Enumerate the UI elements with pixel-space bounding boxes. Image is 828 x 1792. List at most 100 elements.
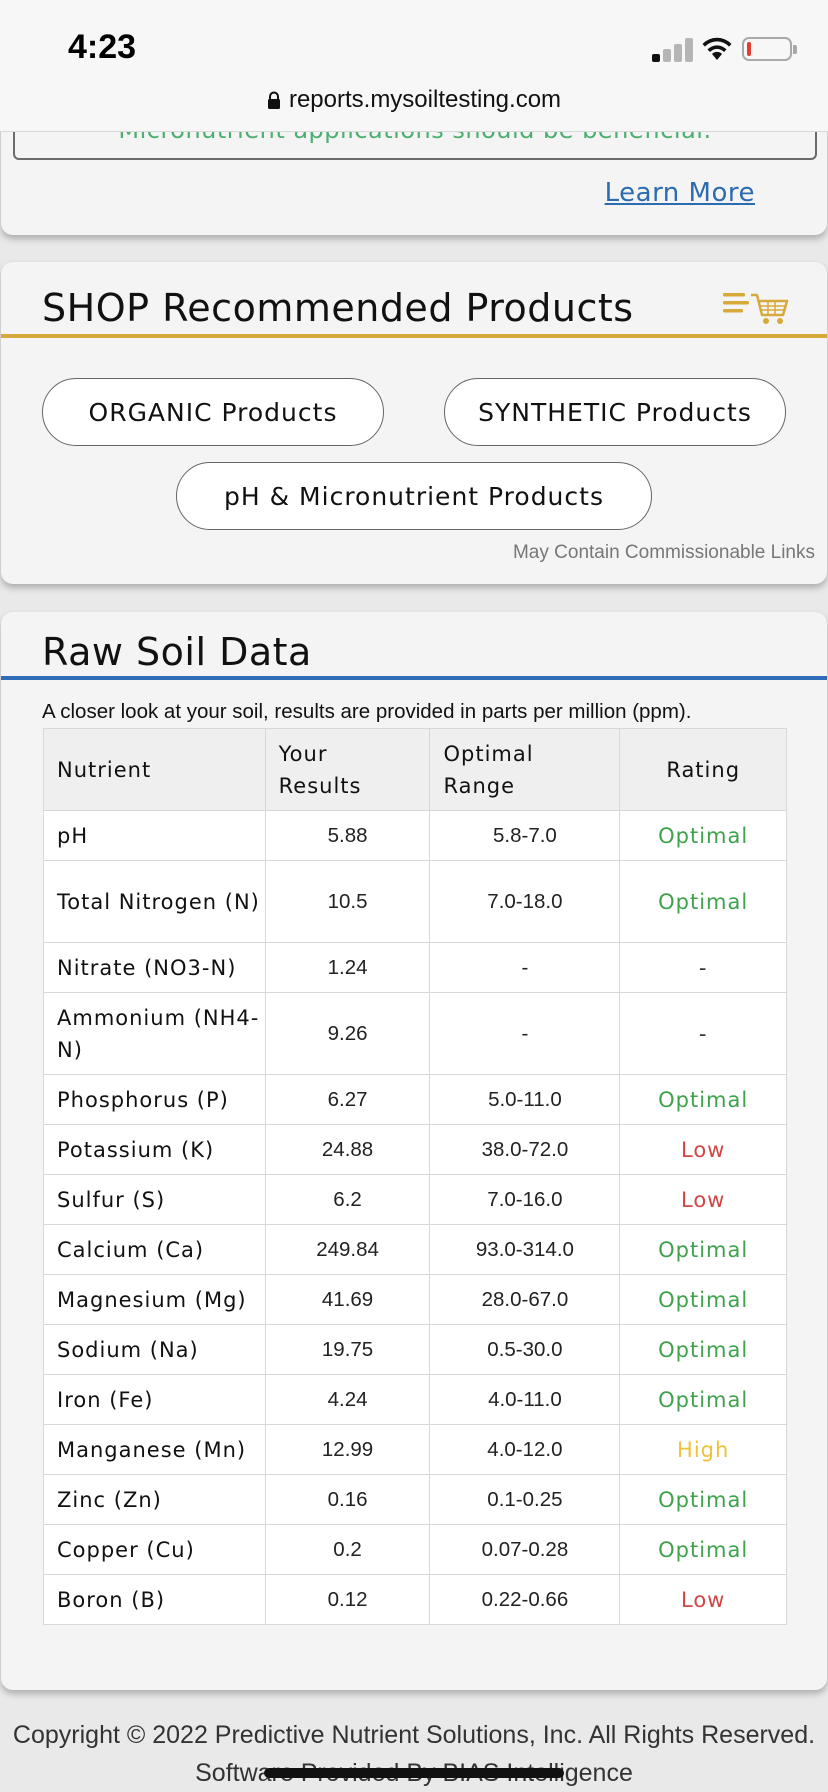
learn-more-link[interactable]: Learn More <box>605 178 755 208</box>
range-cell: 0.1-0.25 <box>429 1474 621 1525</box>
table-row: Copper (Cu) 0.2 0.07-0.28 Optimal <box>43 1524 787 1575</box>
signal-icon <box>652 36 693 62</box>
nutrient-cell: Sulfur (S) <box>43 1174 266 1225</box>
range-cell: 4.0-12.0 <box>429 1424 621 1475</box>
result-cell: 0.12 <box>264 1574 431 1625</box>
range-cell: 5.0-11.0 <box>429 1074 621 1125</box>
result-cell: 4.24 <box>264 1374 431 1425</box>
result-cell: 41.69 <box>264 1274 431 1325</box>
url-text: reports.mysoiltesting.com <box>288 86 562 113</box>
copyright-text: Copyright © 2022 Predictive Nutrient Sol… <box>12 1721 816 1749</box>
rating-cell: - <box>619 992 787 1075</box>
header-optimal-range: Optimal Range <box>429 728 621 811</box>
nutrient-cell: Boron (B) <box>43 1574 266 1625</box>
commission-disclaimer: May Contain Commissionable Links <box>512 542 815 563</box>
battery-icon <box>742 37 797 61</box>
nutrient-cell: Calcium (Ca) <box>43 1224 266 1275</box>
result-cell: 10.5 <box>264 860 431 943</box>
nutrient-cell: Manganese (Mn) <box>43 1424 266 1475</box>
nutrient-cell: Magnesium (Mg) <box>43 1274 266 1325</box>
table-row: Total Nitrogen (N) 10.5 7.0-18.0 Optimal <box>43 860 787 943</box>
rating-cell: - <box>619 942 787 993</box>
table-row: Phosphorus (P) 6.27 5.0-11.0 Optimal <box>43 1074 787 1125</box>
nutrient-cell: Potassium (K) <box>43 1124 266 1175</box>
table-header-row: Nutrient Your Results Optimal Range Rati… <box>43 728 787 811</box>
lock-icon <box>267 91 280 109</box>
result-cell: 5.88 <box>264 810 431 861</box>
table-row: Manganese (Mn) 12.99 4.0-12.0 High <box>43 1424 787 1475</box>
range-cell: 5.8-7.0 <box>429 810 621 861</box>
rating-cell: Optimal <box>619 810 787 861</box>
table-row: Magnesium (Mg) 41.69 28.0-67.0 Optimal <box>43 1274 787 1325</box>
nutrient-cell: Iron (Fe) <box>43 1374 266 1425</box>
raw-intro-text: A closer look at your soil, results are … <box>42 700 692 723</box>
rating-cell: Optimal <box>619 1274 787 1325</box>
result-cell: 12.99 <box>264 1424 431 1475</box>
result-cell: 0.16 <box>264 1474 431 1525</box>
range-cell: 0.5-30.0 <box>429 1324 621 1375</box>
rating-cell: Low <box>619 1174 787 1225</box>
result-cell: 24.88 <box>264 1124 431 1175</box>
organic-products-button[interactable]: ORGANIC Products <box>42 378 384 446</box>
table-row: pH 5.88 5.8-7.0 Optimal <box>43 810 787 861</box>
nutrient-cell: Copper (Cu) <box>43 1524 266 1575</box>
page-footer: Copyright © 2022 Predictive Nutrient Sol… <box>0 1716 828 1792</box>
cart-icon[interactable] <box>723 290 789 326</box>
range-cell: 7.0-18.0 <box>429 860 621 943</box>
raw-soil-data-card: Raw Soil Data A closer look at your soil… <box>1 612 827 1690</box>
table-row: Potassium (K) 24.88 38.0-72.0 Low <box>43 1124 787 1175</box>
wifi-icon <box>702 37 732 60</box>
notice-box: Micronutrient applications should be ben… <box>13 128 817 160</box>
nutrient-cell: Total Nitrogen (N) <box>43 860 266 943</box>
header-your-results: Your Results <box>264 728 431 811</box>
raw-divider <box>1 676 827 680</box>
result-cell: 19.75 <box>264 1324 431 1375</box>
range-cell: 4.0-11.0 <box>429 1374 621 1425</box>
result-cell: 1.24 <box>264 942 431 993</box>
rating-cell: Optimal <box>619 1474 787 1525</box>
table-row: Calcium (Ca) 249.84 93.0-314.0 Optimal <box>43 1224 787 1275</box>
address-bar[interactable]: reports.mysoiltesting.com <box>0 86 828 114</box>
range-cell: - <box>429 942 621 993</box>
nutrient-cell: pH <box>43 810 266 861</box>
nutrient-cell: Phosphorus (P) <box>43 1074 266 1125</box>
range-cell: 0.07-0.28 <box>429 1524 621 1575</box>
result-cell: 9.26 <box>264 992 431 1075</box>
rating-cell: Optimal <box>619 1524 787 1575</box>
raw-soil-data-title: Raw Soil Data <box>42 630 312 674</box>
rating-cell: Optimal <box>619 1324 787 1375</box>
range-cell: 0.22-0.66 <box>429 1574 621 1625</box>
range-cell: 38.0-72.0 <box>429 1124 621 1175</box>
table-row: Sulfur (S) 6.2 7.0-16.0 Low <box>43 1174 787 1225</box>
rating-cell: Low <box>619 1574 787 1625</box>
range-cell: 7.0-16.0 <box>429 1174 621 1225</box>
home-indicator[interactable] <box>264 1768 564 1778</box>
table-row: Boron (B) 0.12 0.22-0.66 Low <box>43 1574 787 1625</box>
synthetic-products-button[interactable]: SYNTHETIC Products <box>444 378 786 446</box>
rating-cell: High <box>619 1424 787 1475</box>
soil-data-table: Nutrient Your Results Optimal Range Rati… <box>43 728 787 1625</box>
table-row: Zinc (Zn) 0.16 0.1-0.25 Optimal <box>43 1474 787 1525</box>
range-cell: - <box>429 992 621 1075</box>
rating-cell: Optimal <box>619 1224 787 1275</box>
header-nutrient: Nutrient <box>43 728 266 811</box>
status-time: 4:23 <box>68 28 137 66</box>
shop-divider <box>1 334 827 338</box>
table-row: Iron (Fe) 4.24 4.0-11.0 Optimal <box>43 1374 787 1425</box>
result-cell: 6.2 <box>264 1174 431 1225</box>
status-bar: 4:23 reports.mysoiltesting.com <box>0 0 828 132</box>
nutrient-cell: Ammonium (NH4-N) <box>43 992 266 1075</box>
table-row: Sodium (Na) 19.75 0.5-30.0 Optimal <box>43 1324 787 1375</box>
header-rating: Rating <box>619 728 787 811</box>
rating-cell: Optimal <box>619 860 787 943</box>
rating-cell: Low <box>619 1124 787 1175</box>
range-cell: 28.0-67.0 <box>429 1274 621 1325</box>
range-cell: 93.0-314.0 <box>429 1224 621 1275</box>
result-cell: 249.84 <box>264 1224 431 1275</box>
ph-micronutrient-products-button[interactable]: pH & Micronutrient Products <box>176 462 652 530</box>
rating-cell: Optimal <box>619 1374 787 1425</box>
rating-cell: Optimal <box>619 1074 787 1125</box>
result-cell: 6.27 <box>264 1074 431 1125</box>
nutrient-cell: Zinc (Zn) <box>43 1474 266 1525</box>
shop-title: SHOP Recommended Products <box>42 286 634 330</box>
